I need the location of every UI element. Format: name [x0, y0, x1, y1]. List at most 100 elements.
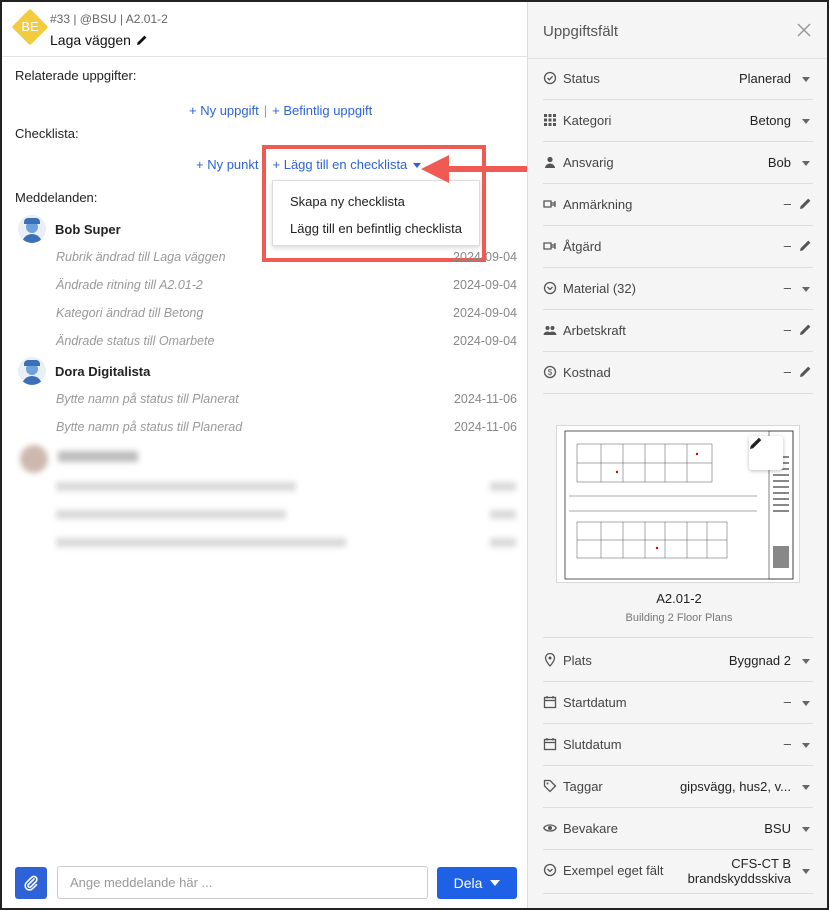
field-value: BSU	[764, 821, 791, 836]
author-name: Bob Super	[55, 221, 121, 237]
field-value: Planerad	[738, 71, 791, 86]
chevron-down-icon	[802, 743, 810, 748]
pencil-icon[interactable]	[799, 239, 812, 252]
chevron-down-icon	[490, 880, 501, 886]
location-icon	[544, 653, 556, 667]
field-value: Bob	[767, 155, 791, 170]
avatar	[18, 357, 46, 385]
messages-label: Meddelanden:	[15, 190, 98, 205]
people-icon	[543, 326, 557, 335]
tag-icon	[543, 779, 557, 793]
field-value: –	[783, 238, 791, 253]
list-item: Ändrade status till Omarbete 2024-09-04	[56, 334, 517, 348]
field-value: –	[783, 364, 791, 379]
field-status[interactable]: Status Planerad	[543, 58, 813, 100]
field-start-date[interactable]: Startdatum –	[543, 682, 813, 724]
field-label: Slutdatum	[563, 737, 622, 752]
new-task-link[interactable]: + Ny uppgift	[189, 103, 259, 118]
remark-icon	[543, 200, 556, 208]
paperclip-icon	[24, 875, 38, 891]
chevron-down-icon	[802, 161, 810, 166]
field-category[interactable]: Kategori Betong	[543, 100, 813, 142]
message-composer: Dela	[2, 858, 527, 908]
task-dialog: BE #33 | @BSU | A2.01-2 Laga väggen Rela…	[0, 0, 829, 910]
share-button[interactable]: Dela	[437, 867, 517, 899]
message-author: Bob Super	[18, 215, 121, 243]
panel-divider	[543, 637, 813, 638]
pencil-icon[interactable]	[799, 323, 812, 336]
list-item: Bytte namn på status till Planerad 2024-1…	[56, 420, 517, 434]
task-main-pane: BE #33 | @BSU | A2.01-2 Laga väggen Rela…	[2, 2, 577, 908]
field-label: Kategori	[563, 113, 612, 128]
field-label: Kostnad	[563, 365, 611, 380]
material-icon	[543, 281, 557, 295]
dollar-icon: $	[543, 365, 557, 379]
blurred-message-group	[12, 437, 522, 572]
pencil-icon	[750, 437, 762, 449]
field-label: Anmärkning	[563, 197, 633, 212]
field-workforce[interactable]: Arbetskraft –	[543, 310, 813, 352]
task-title[interactable]: Laga väggen	[50, 32, 148, 48]
pencil-icon[interactable]	[136, 34, 148, 46]
chevron-down-icon	[802, 827, 810, 832]
chevron-down-icon	[802, 869, 810, 874]
message-input[interactable]	[57, 866, 428, 899]
chevron-down-icon	[802, 77, 810, 82]
close-icon[interactable]	[796, 22, 812, 38]
field-label: Material (32)	[563, 281, 636, 296]
custom-field-icon	[543, 863, 557, 877]
related-task-links: + Ny uppgift | + Befintlig uppgift	[189, 103, 372, 118]
field-responsible[interactable]: Ansvarig Bob	[543, 142, 813, 184]
field-label: Taggar	[563, 779, 603, 794]
svg-text:$: $	[548, 368, 553, 377]
calendar-icon	[543, 696, 557, 709]
edit-drawing-button[interactable]	[749, 436, 783, 470]
action-icon	[543, 242, 556, 250]
list-item: Bytte namn på status till Planerat 2024-1…	[56, 392, 517, 406]
author-name: Dora Digitalista	[55, 363, 151, 379]
field-value-line: brandskyddsskiva	[687, 871, 791, 886]
field-watchers[interactable]: Bevakare BSU	[543, 808, 813, 850]
chevron-down-icon	[802, 287, 810, 292]
field-value: Betong	[749, 113, 791, 128]
person-icon	[545, 156, 555, 168]
field-remark[interactable]: Anmärkning –	[543, 184, 813, 226]
list-item: Rubrik ändrad till Laga väggen 2024-09-04	[56, 250, 517, 264]
existing-task-link[interactable]: + Befintlig uppgift	[272, 103, 372, 118]
field-custom[interactable]: Exempel eget fält CFS-CT Bbrandskyddsski…	[543, 850, 813, 894]
field-tags[interactable]: Taggar gipsvägg, hus2, v...	[543, 766, 813, 808]
field-action[interactable]: Åtgärd –	[543, 226, 813, 268]
task-header: BE #33 | @BSU | A2.01-2 Laga väggen	[2, 2, 527, 57]
field-label: Arbetskraft	[563, 323, 626, 338]
grid-icon	[544, 114, 556, 126]
field-cost[interactable]: $ Kostnad –	[543, 352, 813, 394]
chevron-down-icon	[802, 119, 810, 124]
chevron-down-icon	[802, 701, 810, 706]
avatar	[18, 215, 46, 243]
field-value: gipsvägg, hus2, v...	[679, 779, 791, 794]
calendar-icon	[543, 738, 557, 751]
field-location[interactable]: Plats Byggnad 2	[543, 640, 813, 682]
task-meta: #33 | @BSU | A2.01-2	[50, 12, 168, 26]
attach-button[interactable]	[15, 867, 47, 899]
field-value: Byggnad 2	[728, 653, 791, 668]
field-value: CFS-CT Bbrandskyddsskiva	[688, 856, 791, 886]
list-item: Kategori ändrad till Betong 2024-09-04	[56, 306, 517, 320]
field-label: Startdatum	[563, 695, 627, 710]
new-checklist-item-link[interactable]: + Ny punkt	[196, 157, 259, 172]
pencil-icon[interactable]	[799, 197, 812, 210]
checklist-label: Checklista:	[15, 126, 79, 141]
drawing-description: Building 2 Floor Plans	[625, 612, 733, 624]
eye-icon	[543, 824, 557, 832]
message-author: Dora Digitalista	[18, 357, 150, 385]
pencil-icon[interactable]	[799, 365, 812, 378]
field-value: –	[783, 694, 791, 709]
field-label: Exempel eget fält	[563, 863, 664, 878]
field-end-date[interactable]: Slutdatum –	[543, 724, 813, 766]
drawing-thumbnail[interactable]	[556, 425, 800, 583]
field-material[interactable]: Material (32) –	[543, 268, 813, 310]
field-label: Plats	[563, 653, 592, 668]
chevron-down-icon	[802, 659, 810, 664]
field-label: Åtgärd	[563, 239, 602, 254]
field-value: –	[783, 322, 791, 337]
